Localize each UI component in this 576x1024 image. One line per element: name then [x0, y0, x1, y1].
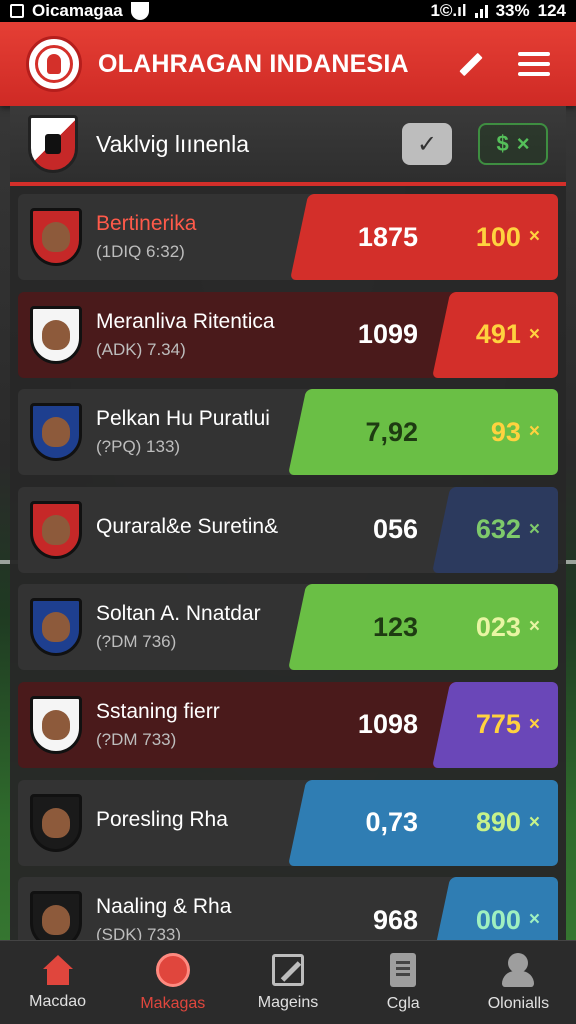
- player-avatar: [30, 208, 82, 266]
- nav-item-cgla[interactable]: Cgla: [346, 941, 461, 1024]
- clock: 124: [537, 1, 566, 20]
- shield-icon: [130, 2, 149, 20]
- home-icon: [41, 954, 75, 985]
- player-stat: 7,92: [365, 416, 418, 447]
- nav-item-makagas[interactable]: Makagas: [115, 941, 230, 1024]
- remove-icon[interactable]: ×: [529, 616, 540, 638]
- odds-button[interactable]: 93 ×: [430, 389, 540, 475]
- ball-icon: [155, 952, 190, 987]
- odds-value: 491: [475, 319, 521, 350]
- odds-button[interactable]: 023 ×: [430, 584, 540, 670]
- nav-item-mageins[interactable]: Mageins: [230, 941, 345, 1024]
- leaderboard-panel: Vaklvig lıınenla ✓ $ × Bertinerika (1DIQ…: [10, 106, 566, 964]
- nav-label: Olonialls: [487, 994, 550, 1012]
- remove-icon[interactable]: ×: [529, 714, 540, 736]
- remove-icon[interactable]: ×: [529, 812, 540, 834]
- remove-icon[interactable]: ×: [529, 226, 540, 248]
- nav-label: Macdao: [29, 992, 87, 1010]
- dollar-button[interactable]: $ ×: [478, 123, 548, 165]
- player-row[interactable]: Sstaning fierr (?DM 733) 1098 775 ×: [18, 681, 558, 768]
- close-icon: ×: [516, 131, 530, 156]
- nav-item-macdao[interactable]: Macdao: [0, 941, 115, 1024]
- nav-label: Makagas: [140, 994, 206, 1012]
- player-avatar: [30, 403, 82, 462]
- dollar-icon: $: [496, 131, 509, 156]
- player-stat: 1099: [357, 319, 418, 350]
- player-avatar: [30, 500, 82, 559]
- odds-button[interactable]: 632 ×: [430, 487, 540, 573]
- check-button[interactable]: ✓: [402, 123, 452, 165]
- odds-value: 890: [475, 807, 521, 838]
- player-stat: 1098: [357, 709, 418, 740]
- player-row[interactable]: Quraral&e Suretin& 056 632 ×: [18, 486, 558, 573]
- player-row[interactable]: Meranliva Ritentica (ADK) 7.34) 1099 491…: [18, 291, 558, 378]
- odds-value: 023: [475, 611, 521, 642]
- remove-icon[interactable]: ×: [529, 324, 540, 346]
- pencil-icon[interactable]: [454, 49, 484, 79]
- player-avatar: [30, 695, 82, 754]
- odds-button[interactable]: 100 ×: [430, 194, 540, 280]
- player-stat: 0,73: [365, 807, 418, 838]
- signal-icon: [474, 4, 488, 18]
- status-bar: Oicamagaa 1©.ıl 33% 124: [0, 0, 576, 22]
- player-avatar: [30, 598, 82, 657]
- odds-button[interactable]: 775 ×: [430, 682, 540, 768]
- nav-label: Cgla: [386, 994, 420, 1012]
- menu-icon[interactable]: [518, 52, 550, 76]
- battery-level: 33%: [495, 1, 530, 20]
- status-signal-text: 1©.ıl: [430, 1, 467, 20]
- check-icon: ✓: [416, 130, 438, 158]
- remove-icon[interactable]: ×: [529, 909, 540, 931]
- odds-value: 632: [475, 514, 521, 545]
- odds-value: 775: [475, 709, 521, 740]
- odds-value: 000: [475, 904, 521, 935]
- notification-icon: [10, 4, 24, 18]
- nav-item-olonialls[interactable]: Olonialls: [461, 941, 576, 1024]
- remove-icon[interactable]: ×: [529, 519, 540, 541]
- odds-value: 93: [490, 416, 521, 447]
- player-stat: 123: [372, 611, 418, 642]
- player-row[interactable]: Soltan A. Nnatdar (?DM 736) 123 023 ×: [18, 584, 558, 671]
- player-row[interactable]: Bertinerika (1DIQ 6:32) 1875 100 ×: [18, 194, 558, 280]
- remove-icon[interactable]: ×: [529, 421, 540, 443]
- player-list: Bertinerika (1DIQ 6:32) 1875 100 × Meran…: [18, 194, 558, 975]
- panel-title: Vaklvig lıınenla: [96, 130, 249, 157]
- bottom-nav: Macdao Makagas Mageins Cgla Olonialls: [0, 940, 576, 1024]
- player-avatar: [30, 793, 82, 852]
- odds-button[interactable]: 491 ×: [430, 292, 540, 378]
- player-row[interactable]: Pelkan Hu Puratlui (?PQ) 133) 7,92 93 ×: [18, 389, 558, 476]
- team-crest: [28, 115, 78, 173]
- nav-label: Mageins: [257, 993, 319, 1011]
- odds-button[interactable]: 890 ×: [430, 780, 540, 866]
- player-stat: 1875: [357, 221, 418, 252]
- edit-icon: [272, 953, 304, 986]
- people-icon: [500, 952, 536, 987]
- app-title: OLAHRAGAN INDANESIA: [98, 49, 409, 78]
- odds-value: 100: [475, 221, 521, 252]
- doc-icon: [390, 952, 417, 987]
- player-row[interactable]: Poresling Rha 0,73 890 ×: [18, 779, 558, 866]
- player-stat: 056: [372, 514, 418, 545]
- status-carrier: Oicamagaa: [32, 1, 123, 20]
- app-header: OLAHRAGAN INDANESIA: [0, 22, 576, 106]
- player-avatar: [30, 305, 82, 364]
- app-logo[interactable]: [26, 36, 82, 92]
- panel-header: Vaklvig lıınenla ✓ $ ×: [10, 106, 566, 186]
